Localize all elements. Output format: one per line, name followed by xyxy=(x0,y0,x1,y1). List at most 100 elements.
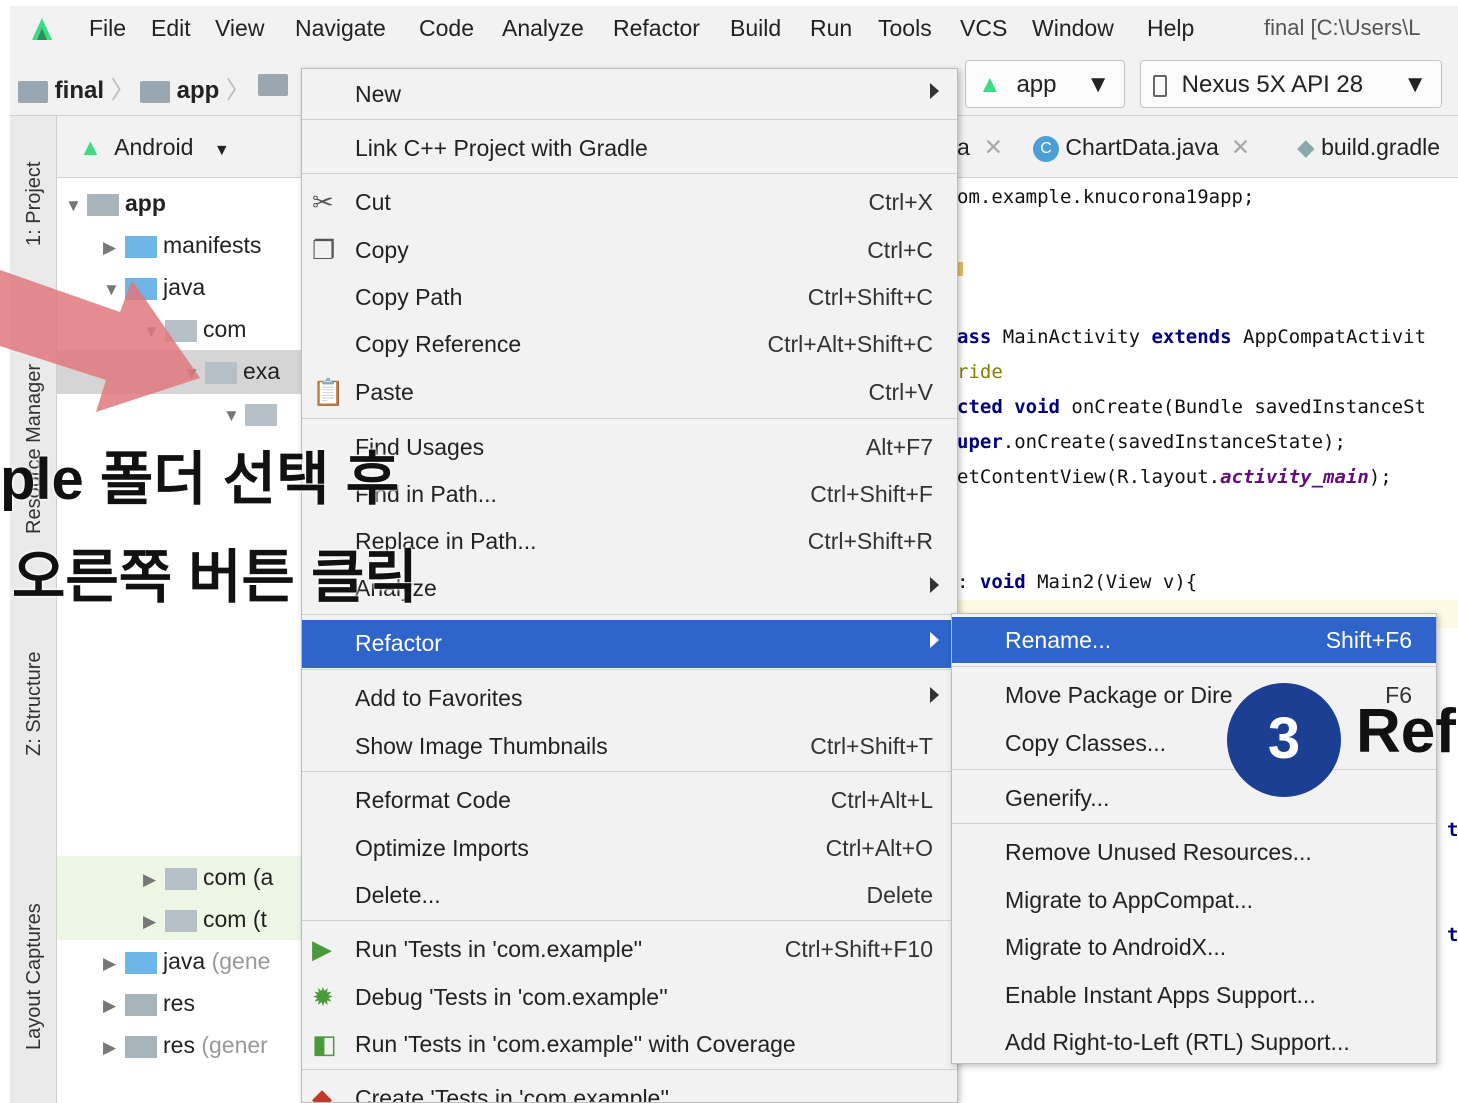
package-icon xyxy=(245,403,277,426)
menu-item-run-tests[interactable]: ▶ Run 'Tests in 'com.example'' Ctrl+Shift+… xyxy=(302,926,957,972)
breadcrumb-final[interactable]: final 〉 xyxy=(18,70,135,105)
resource-folder-icon xyxy=(125,1035,157,1058)
view-mode-label: Android xyxy=(114,134,194,160)
menu-item-optimize-imports[interactable]: Optimize Imports Ctrl+Alt+O xyxy=(302,825,957,871)
tree-label: exa xyxy=(243,358,281,384)
menu-item-remove-unused-resources[interactable]: Remove Unused Resources... xyxy=(952,829,1436,875)
tree-item-res-generated[interactable]: ▶ res (gener xyxy=(103,1032,268,1059)
tree-item-sub[interactable]: ▼ xyxy=(223,400,283,427)
breadcrumb-next[interactable] xyxy=(258,70,288,98)
tab-chartdata[interactable]: C ChartData.java ✕ xyxy=(1033,134,1250,162)
menu-item-shortcut: Ctrl+Shift+R xyxy=(807,528,933,554)
submenu-arrow-icon xyxy=(930,687,939,703)
project-panel-header: ▲ Android ▼ xyxy=(57,116,302,178)
tab-build-gradle[interactable]: ◆ build.gradle xyxy=(1297,134,1440,161)
collapse-icon: ▶ xyxy=(143,870,157,889)
menu-item-new[interactable]: New xyxy=(302,71,957,117)
folder-icon xyxy=(258,73,288,96)
tree-item-com-androidtest[interactable]: ▶ com (a xyxy=(143,864,273,891)
menu-item-instant-apps[interactable]: Enable Instant Apps Support... xyxy=(952,972,1436,1018)
refactor-submenu: Rename... Shift+F6 Move Package or Dire F6… xyxy=(951,613,1437,1064)
menu-item-link-cpp[interactable]: Link C++ Project with Gradle xyxy=(302,125,957,171)
tree-item-res[interactable]: ▶ res xyxy=(103,990,195,1017)
code-fragment: tl xyxy=(1447,819,1458,841)
tab-label: a xyxy=(957,134,970,160)
menu-item-migrate-androidx[interactable]: Migrate to AndroidX... xyxy=(952,924,1436,970)
tab-layout-captures[interactable]: Layout Captures xyxy=(23,903,46,1050)
run-icon: ▶ xyxy=(312,934,332,964)
code-line: uper.onCreate(savedInstanceState); xyxy=(957,431,1346,453)
menu-item-show-thumbnails[interactable]: Show Image Thumbnails Ctrl+Shift+T xyxy=(302,723,957,769)
tree-suffix: (gene xyxy=(211,948,271,974)
tree-item-java-generated[interactable]: ▶ java (gene xyxy=(103,948,270,975)
generated-folder-icon xyxy=(125,951,157,974)
menu-edit[interactable]: Edit xyxy=(151,15,191,42)
menu-build[interactable]: Build xyxy=(730,15,781,42)
menu-separator xyxy=(302,173,957,174)
menu-item-label: Run 'Tests in 'com.example'' with Covera… xyxy=(355,1031,796,1057)
menu-window[interactable]: Window xyxy=(1032,15,1114,42)
tree-label: app xyxy=(125,190,166,216)
menu-run[interactable]: Run xyxy=(810,15,852,42)
tree-item-app[interactable]: ▼ app xyxy=(65,190,166,217)
menu-analyze[interactable]: Analyze xyxy=(502,15,584,42)
android-studio-logo xyxy=(30,16,54,42)
menu-item-migrate-appcompat[interactable]: Migrate to AppCompat... xyxy=(952,877,1436,923)
close-icon[interactable]: ✕ xyxy=(1231,134,1250,160)
menu-file[interactable]: File xyxy=(89,15,126,42)
create-test-icon: ◆ xyxy=(312,1083,332,1103)
menu-vcs[interactable]: VCS xyxy=(960,15,1007,42)
android-icon: ▲ xyxy=(978,71,1002,98)
annotation-caption-line1: ple 폴더 선택 후 xyxy=(0,447,399,512)
run-config-dropdown[interactable]: ▲ app ▼ xyxy=(965,60,1125,108)
menu-item-paste[interactable]: 📋 Paste Ctrl+V xyxy=(302,369,957,415)
menu-view[interactable]: View xyxy=(215,15,264,42)
module-folder-icon xyxy=(140,80,170,103)
clipboard-icon: 📋 xyxy=(312,377,345,407)
code-line: ass MainActivity extends AppCompatActivi… xyxy=(957,326,1427,348)
submenu-arrow-icon xyxy=(930,577,939,593)
menu-item-delete[interactable]: Delete... Delete xyxy=(302,872,957,918)
step-label: Ref xyxy=(1356,697,1456,766)
tree-item-com-test[interactable]: ▶ com (t xyxy=(143,906,267,933)
device-dropdown[interactable]: Nexus 5X API 28 ▼ xyxy=(1140,60,1442,108)
menu-item-run-coverage[interactable]: ◧ Run 'Tests in 'com.example'' with Cover… xyxy=(302,1021,957,1067)
tab-structure[interactable]: Z: Structure xyxy=(23,652,46,756)
menu-item-find-in-path[interactable]: Find in Path... Ctrl+Shift+F xyxy=(302,471,957,517)
menu-help[interactable]: Help xyxy=(1147,15,1194,42)
menu-item-label: Copy Classes... xyxy=(1005,730,1167,756)
menu-item-debug-tests[interactable]: ✹ Debug 'Tests in 'com.example'' xyxy=(302,974,957,1020)
code-line: etContentView(R.layout.activity_main); xyxy=(957,466,1392,488)
menu-code[interactable]: Code xyxy=(419,15,474,42)
menu-item-copy-reference[interactable]: Copy Reference Ctrl+Alt+Shift+C xyxy=(302,321,957,367)
menu-item-add-to-favorites[interactable]: Add to Favorites xyxy=(302,675,957,721)
menu-item-find-usages[interactable]: Find Usages Alt+F7 xyxy=(302,424,957,470)
menu-item-label: Debug 'Tests in 'com.example'' xyxy=(355,984,668,1010)
chevron-right-icon: 〉 xyxy=(110,77,135,104)
menu-refactor[interactable]: Refactor xyxy=(613,15,700,42)
tab-main-activity[interactable]: a ✕ xyxy=(957,134,1003,161)
breadcrumb-app[interactable]: app 〉 xyxy=(140,70,250,105)
menu-bar: File Edit View Navigate Code Analyze Ref… xyxy=(10,6,1458,52)
menu-item-copy-path[interactable]: Copy Path Ctrl+Shift+C xyxy=(302,274,957,320)
close-icon[interactable]: ✕ xyxy=(984,134,1003,160)
menu-item-cut[interactable]: ✂ Cut Ctrl+X xyxy=(302,179,957,225)
breadcrumb-label: final xyxy=(54,77,105,104)
menu-item-label: Migrate to AndroidX... xyxy=(1005,934,1227,960)
menu-item-copy[interactable]: ❐ Copy Ctrl+C xyxy=(302,227,957,273)
menu-separator xyxy=(302,920,957,921)
resource-folder-icon xyxy=(125,993,157,1016)
menu-item-label: Optimize Imports xyxy=(355,835,529,861)
menu-item-generify[interactable]: Generify... xyxy=(952,775,1436,821)
menu-tools[interactable]: Tools xyxy=(878,15,932,42)
menu-item-shortcut: Ctrl+Shift+F xyxy=(810,481,933,507)
menu-item-refactor[interactable]: Refactor xyxy=(302,620,957,668)
menu-item-reformat-code[interactable]: Reformat Code Ctrl+Alt+L xyxy=(302,777,957,823)
menu-navigate[interactable]: Navigate xyxy=(295,15,386,42)
menu-item-rename[interactable]: Rename... Shift+F6 xyxy=(952,617,1436,663)
menu-separator xyxy=(302,614,957,615)
tab-project[interactable]: 1: Project xyxy=(23,162,46,246)
menu-item-create-tests[interactable]: ◆ Create 'Tests in 'com.example'' xyxy=(302,1075,957,1103)
view-mode-dropdown[interactable]: ▲ Android ▼ xyxy=(79,134,230,161)
menu-item-rtl-support[interactable]: Add Right-to-Left (RTL) Support... xyxy=(952,1019,1436,1065)
